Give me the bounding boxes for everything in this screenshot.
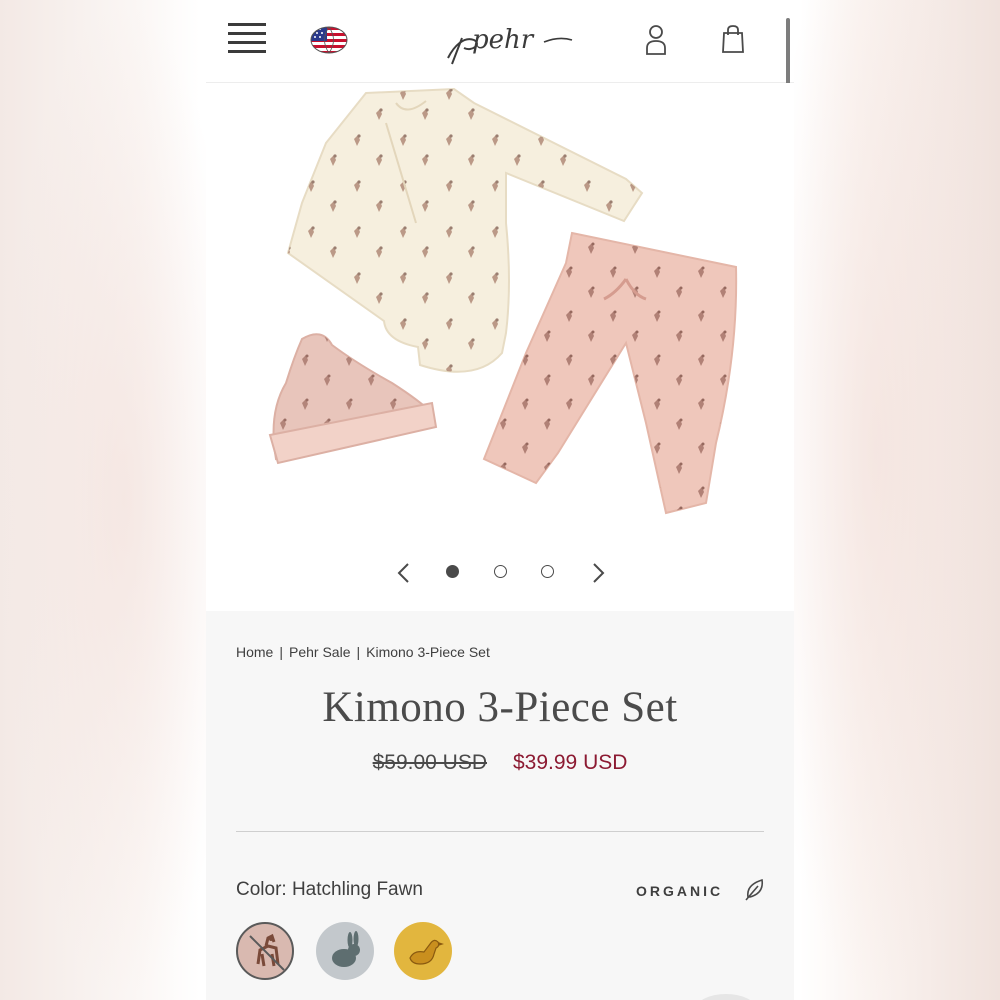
chat-bubble-partial[interactable] — [696, 994, 756, 1000]
product-details: Home | Pehr Sale | Kimono 3-Piece Set Kimono… — [206, 611, 794, 1000]
breadcrumb: Home | Pehr Sale | Kimono 3-Piece Set — [236, 644, 490, 660]
carousel-dot-3[interactable] — [541, 565, 554, 578]
product-image[interactable] — [206, 83, 794, 553]
us-flag-globe-icon[interactable] — [310, 25, 348, 55]
background-blur-right — [794, 0, 1000, 1000]
price-block: $59.00 USD $39.99 USD — [206, 751, 794, 775]
pehr-logo[interactable]: pehr — [444, 18, 576, 66]
chevron-left-icon[interactable] — [394, 563, 414, 583]
user-icon[interactable] — [644, 24, 668, 56]
carousel-dot-2[interactable] — [494, 565, 507, 578]
bunny-icon — [332, 931, 360, 967]
breadcrumb-pehr-sale[interactable]: Pehr Sale — [289, 644, 350, 660]
sale-price: $39.99 USD — [513, 751, 628, 774]
carousel-dot-1[interactable] — [446, 565, 459, 578]
breadcrumb-separator: | — [279, 644, 283, 660]
bunny-swatch[interactable] — [316, 922, 374, 980]
breadcrumb-current: Kimono 3-Piece Set — [366, 644, 490, 660]
shopping-bag-icon[interactable] — [721, 24, 745, 54]
chevron-right-icon[interactable] — [588, 563, 608, 583]
breadcrumb-home[interactable]: Home — [236, 644, 273, 660]
duck-swatch[interactable] — [394, 922, 452, 980]
original-price: $59.00 USD — [372, 751, 487, 774]
fawn-icon — [249, 933, 285, 971]
product-title: Kimono 3-Piece Set — [322, 684, 678, 731]
site-header: pehr — [206, 0, 794, 83]
leaf-icon — [745, 878, 764, 901]
image-carousel-controls — [206, 553, 794, 611]
duck-icon — [409, 939, 444, 965]
mobile-page: pehr Home | Pehr Sale | Kimono 3-Piece S… — [206, 0, 794, 1000]
breadcrumb-separator: | — [356, 644, 361, 660]
color-label: Color: Hatchling Fawn — [236, 879, 423, 900]
divider — [236, 831, 764, 832]
background-blur-left — [0, 0, 206, 1000]
hamburger-menu-icon[interactable] — [228, 23, 266, 53]
fawn-swatch[interactable] — [236, 922, 294, 980]
organic-badge: ORGANIC — [636, 883, 724, 899]
logo-text: pehr — [472, 25, 535, 55]
